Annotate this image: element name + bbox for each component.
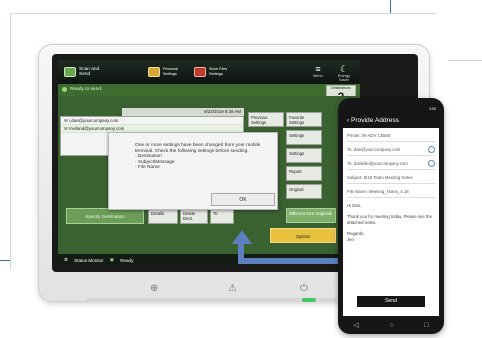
previous-settings-button[interactable]: Previous Settings: [248, 112, 284, 127]
nav-recents-icon[interactable]: □: [424, 322, 428, 329]
printer-status-strip: [58, 84, 360, 96]
to-button[interactable]: To: [210, 208, 234, 224]
favorite-settings-button[interactable]: Favorite Settings: [286, 112, 322, 127]
status-monitor-button[interactable]: Status Monitor: [74, 258, 104, 263]
menu-icon: ≡: [315, 64, 321, 74]
date-time: 8/23/2019 9:38 AM: [122, 108, 244, 116]
delete-destination-button[interactable]: Delete Dest.: [180, 208, 208, 224]
ready-indicator-icon: [62, 87, 67, 92]
scan-send-icon: [64, 67, 76, 77]
nav-home-icon[interactable]: ○: [389, 322, 393, 329]
printer-base-strip: [86, 298, 336, 302]
printer-line: Printer: iR-ADV C5560: [347, 131, 435, 142]
ready-status-text: Ready: [120, 257, 134, 263]
energy-saver-button[interactable]: ☾ Energy Saver: [334, 64, 354, 82]
to-row-text: To: dan@yourcompany.com: [347, 147, 401, 152]
power-key-icon[interactable]: ⏻: [300, 283, 308, 294]
menu-button[interactable]: ≡ Menu: [308, 64, 328, 78]
settings-button-1[interactable]: Settings: [286, 130, 322, 145]
to-row[interactable]: To: danielle@yourcompany.com: [347, 159, 435, 170]
options-button[interactable]: Options: [270, 228, 336, 243]
report-button[interactable]: Report: [286, 166, 322, 181]
specify-destination-button[interactable]: Specify Destination: [66, 208, 144, 224]
remove-icon[interactable]: [428, 160, 435, 167]
file-name-field[interactable]: File Name: Meeting_Notes_4.18: [347, 187, 435, 198]
ready-status-icon: ▣: [109, 257, 115, 262]
energy-saver-label: Energy Saver: [337, 74, 351, 82]
dialog-message: One or more settings have been changed f…: [135, 143, 261, 171]
settings-changed-dialog: One or more settings have been changed f…: [108, 132, 278, 210]
remove-icon[interactable]: [428, 146, 435, 153]
personal-settings-label: Personal Settings: [163, 67, 178, 76]
address-row[interactable]: ✉ i.dan@yourcompany.com: [61, 117, 243, 125]
decorative-line-left-accent: [0, 260, 10, 261]
dialog-ok-button[interactable]: OK: [211, 193, 275, 206]
home-key-icon[interactable]: ⊕: [150, 283, 158, 294]
phone-nav-bar: ◁ ○ □: [338, 318, 444, 332]
store-files-icon: [194, 67, 206, 77]
to-row[interactable]: To: dan@yourcompany.com: [347, 145, 435, 156]
store-files-label: Store Files Settings: [209, 67, 228, 76]
personal-settings-icon: [148, 67, 160, 77]
decorative-line-left: [10, 13, 11, 271]
ready-message-text: Ready to send.: [70, 87, 103, 92]
different-size-originals-button[interactable]: Different Size Originals: [286, 208, 336, 223]
printer-status-led: [302, 298, 316, 302]
arrow-head-icon: [232, 230, 252, 244]
phone-status-bar: 3:05: [343, 106, 439, 113]
message-body[interactable]: Hi Dan, Thank you for meeting today. Ple…: [347, 203, 435, 242]
send-button[interactable]: Send: [357, 296, 425, 307]
nav-back-icon[interactable]: ◁: [353, 321, 358, 329]
decorative-line-right: [448, 60, 482, 61]
subject-field[interactable]: Subject: 8/16 Team Meeting Notes: [347, 173, 435, 184]
phone-header: ‹ Provide Address: [343, 113, 439, 128]
ready-message: Ready to send.: [62, 87, 102, 92]
decorative-line-top-horizontal: [10, 13, 436, 14]
warning-key-icon[interactable]: ⚠: [228, 283, 237, 294]
scan-and-send-button[interactable]: Scan and Send: [64, 64, 101, 80]
settings-button-2[interactable]: Settings: [286, 148, 322, 163]
address-text: i.dan@yourcompany.com: [68, 118, 119, 123]
printer-topbar: Scan and Send Personal Settings Store Fi…: [58, 60, 360, 84]
decorative-line-top: [390, 0, 391, 13]
energy-saver-icon: ☾: [339, 64, 349, 74]
details-button[interactable]: Details: [148, 208, 178, 224]
menu-label: Menu: [313, 74, 323, 78]
status-monitor-icon: ⚙: [64, 257, 69, 262]
arrow-line: [238, 258, 340, 264]
phone-screen: 3:05 ‹ Provide Address Printer: iR-ADV C…: [343, 106, 439, 316]
original-button[interactable]: Original: [286, 184, 322, 199]
store-files-button[interactable]: Store Files Settings: [194, 64, 233, 80]
address-text: meiland@yourcompany.com: [68, 126, 125, 131]
scan-and-send-label: Scan and Send: [79, 67, 100, 77]
personal-settings-button[interactable]: Personal Settings: [148, 64, 185, 80]
phone-header-title: Provide Address: [351, 117, 400, 124]
to-row-text: To: danielle@yourcompany.com: [347, 161, 408, 166]
stage: Scan and Send Personal Settings Store Fi…: [0, 0, 482, 338]
